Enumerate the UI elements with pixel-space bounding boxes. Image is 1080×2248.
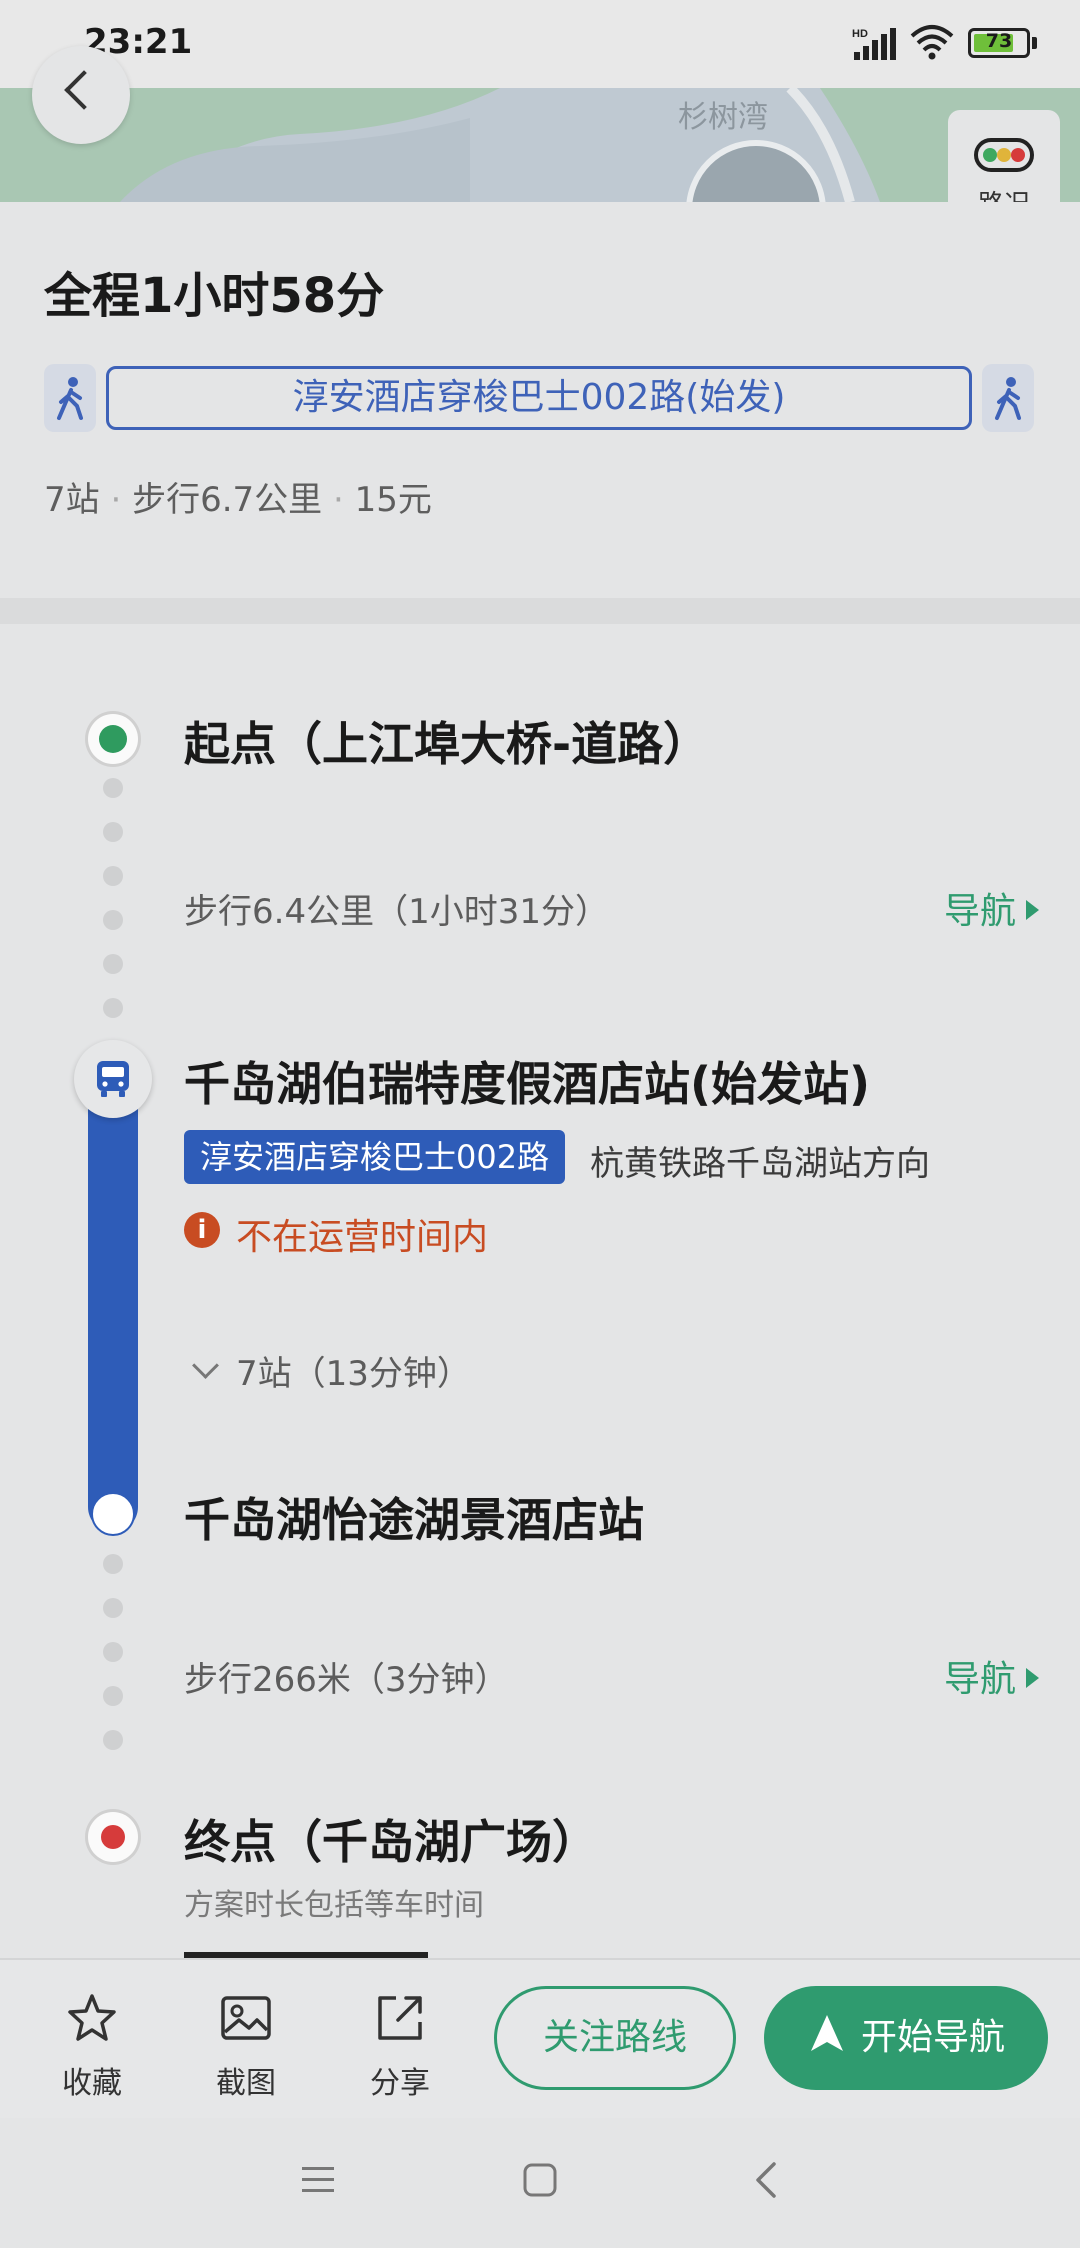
stop-count: 7站 [44,480,100,520]
screenshot-label: 截图 [216,2066,276,2101]
follow-route-button[interactable]: 关注路线 [494,1986,736,2090]
bus-icon [97,1061,129,1097]
walk-dot [103,1730,123,1750]
home-icon[interactable] [522,2162,558,2198]
battery-level: 73 [985,30,1013,52]
network-label: HD [852,28,868,40]
walk-dot [103,954,123,974]
share-label: 分享 [370,2066,430,2101]
wifi-icon [910,25,954,60]
screenshot-button[interactable]: 截图 [186,1990,306,2102]
walk-dot [103,1686,123,1706]
end-point-marker [88,1812,138,1862]
direction-text: 杭黄铁路千岛湖站方向 [590,1144,930,1184]
walk-segment-badge [44,364,96,432]
traffic-light-icon [974,138,1034,172]
star-icon [68,1994,116,2041]
back-button[interactable] [32,46,130,144]
image-icon [221,1996,271,2040]
battery-icon: 73 [968,28,1030,58]
route-stats: 7站 · 步行6.7公里 · 15元 [44,480,432,520]
walk-dot [103,1554,123,1574]
share-icon [378,1996,422,2040]
bus-stop-marker [74,1040,152,1118]
map-place-label: 杉树湾 [678,100,768,135]
service-warning: 不在运营时间内 [236,1217,489,1258]
walk-dot [103,866,123,886]
walk-dot [103,998,123,1018]
stops-expander[interactable]: 7站（13分钟） [236,1346,471,1395]
walk-dot [103,778,123,798]
map-view[interactable]: 杉树湾 [0,88,1080,202]
signal-icon: HD [852,28,896,60]
start-point-title: 起点（上江埠大桥-道路） [184,717,710,771]
section-divider [0,598,1080,624]
start-navigation-label: 开始导航 [860,2017,1005,2058]
bus-line-bar [88,1062,138,1532]
walk-segment-2: 步行266米（3分钟） [184,1660,509,1700]
alighting-station-title[interactable]: 千岛湖怡途湖景酒店站 [184,1484,644,1550]
map-terrain [0,88,1080,202]
boarding-station-title[interactable]: 千岛湖伯瑞特度假酒店站(始发站) [184,1048,870,1114]
info-warning-icon: i [184,1212,220,1248]
play-arrow-icon [1026,900,1040,920]
share-button[interactable]: 分享 [340,1990,460,2102]
walk-dot [103,822,123,842]
navigation-arrow-icon [810,2015,843,2051]
walk-dot [103,910,123,930]
navigate-link-2[interactable]: 导航 [944,1650,1040,1702]
walk-icon [57,377,83,420]
menu-icon[interactable] [300,2164,336,2196]
walk-segment-1: 步行6.4公里（1小时31分） [184,892,609,932]
walk-icon [995,377,1021,420]
favorite-button[interactable]: 收藏 [32,1990,152,2102]
navigate-link-label: 导航 [944,891,1017,932]
favorite-label: 收藏 [62,2066,122,2101]
start-navigation-button[interactable]: 开始导航 [764,1986,1048,2090]
bus-route-pill[interactable]: 淳安酒店穿梭巴士002路(始发) [106,366,972,430]
route-timeline [0,624,1080,1958]
navigate-link-label: 导航 [944,1659,1017,1700]
end-point-title: 终点（千岛湖广场） [184,1815,598,1869]
fare: 15元 [354,480,432,520]
battery-tip [1032,37,1037,49]
back-icon [64,70,104,110]
duration-note: 方案时长包括等车时间 [184,1888,484,1923]
walk-dot [103,1598,123,1618]
navigate-link-1[interactable]: 导航 [944,882,1040,934]
start-point-marker [88,714,138,764]
alight-stop-marker [91,1492,135,1536]
traffic-button[interactable]: 路况 [948,110,1060,210]
total-time: 全程1小时58分 [44,268,385,324]
back-nav-icon[interactable] [752,2160,780,2200]
walk-segment-badge-end [982,364,1034,432]
play-arrow-icon [1026,1668,1040,1688]
walk-dot [103,1642,123,1662]
bus-line-chip[interactable]: 淳安酒店穿梭巴士002路 [184,1130,566,1184]
walk-distance: 步行6.7公里 [132,480,323,520]
